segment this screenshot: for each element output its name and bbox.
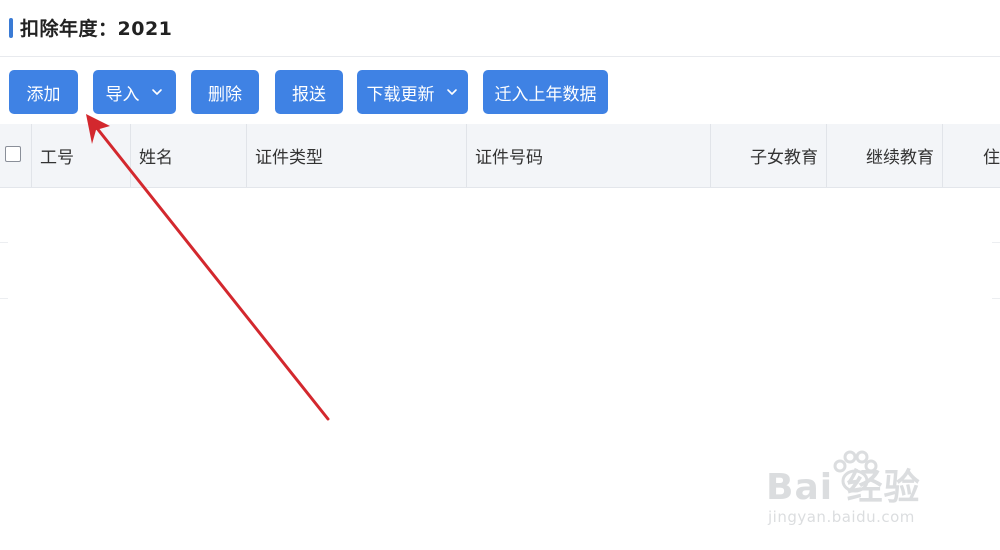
submit-button[interactable]: 报送 xyxy=(275,70,343,114)
column-header-children-education[interactable]: 子女教育 xyxy=(711,124,827,187)
table-header: 工号 姓名 证件类型 证件号码 子女教育 继续教育 住 xyxy=(0,124,1000,188)
download-update-button-label: 下载更新 xyxy=(366,84,435,105)
import-dropdown-button[interactable]: 导入 xyxy=(93,70,176,114)
app-page: 扣除年度：2021 添加 导入 删除 报送 下载更新 迁入上年数据 工号 姓名 … xyxy=(0,0,1000,550)
delete-button-label: 删除 xyxy=(208,84,242,105)
table-body-edge-line xyxy=(992,242,1000,243)
title-accent-bar xyxy=(9,18,13,38)
table-body-edge-line xyxy=(0,242,8,243)
toolbar: 添加 导入 删除 报送 下载更新 迁入上年数据 xyxy=(0,68,1000,116)
column-header-label: 证件类型 xyxy=(255,148,323,168)
select-all-column xyxy=(0,124,32,187)
baidu-jingyan-watermark: Bai 经验 jingyan.baidu.com xyxy=(762,448,962,538)
chevron-down-icon xyxy=(150,85,164,99)
column-header-label: 住 xyxy=(983,148,1000,168)
migrate-last-year-button-label: 迁入上年数据 xyxy=(494,84,597,105)
add-button[interactable]: 添加 xyxy=(9,70,78,114)
column-header-label: 子女教育 xyxy=(750,148,818,168)
add-button-label: 添加 xyxy=(26,84,61,105)
page-title: 扣除年度：2021 xyxy=(20,18,173,40)
column-header-id-type[interactable]: 证件类型 xyxy=(247,124,467,187)
column-header-label: 工号 xyxy=(40,148,74,168)
table-body-edge-line xyxy=(0,298,8,299)
delete-button[interactable]: 删除 xyxy=(191,70,259,114)
column-header-label: 证件号码 xyxy=(475,148,543,168)
column-header-continuing-education[interactable]: 继续教育 xyxy=(827,124,943,187)
column-header-label: 姓名 xyxy=(139,148,173,168)
select-all-checkbox[interactable] xyxy=(5,146,21,162)
migrate-last-year-button[interactable]: 迁入上年数据 xyxy=(483,70,608,114)
page-header: 扣除年度：2021 xyxy=(0,0,1000,57)
column-header-label: 继续教育 xyxy=(866,148,934,168)
column-header-id-number[interactable]: 证件号码 xyxy=(467,124,711,187)
watermark-url: jingyan.baidu.com xyxy=(768,508,915,526)
watermark-brand: Bai 经验 xyxy=(766,467,921,508)
chevron-down-icon xyxy=(445,85,459,99)
download-update-dropdown-button[interactable]: 下载更新 xyxy=(357,70,468,114)
column-header-housing[interactable]: 住 xyxy=(943,124,1000,187)
column-header-employee-id[interactable]: 工号 xyxy=(32,124,131,187)
submit-button-label: 报送 xyxy=(292,84,326,105)
table-body-edge-line xyxy=(992,298,1000,299)
import-button-label: 导入 xyxy=(105,84,140,105)
column-header-name[interactable]: 姓名 xyxy=(131,124,247,187)
